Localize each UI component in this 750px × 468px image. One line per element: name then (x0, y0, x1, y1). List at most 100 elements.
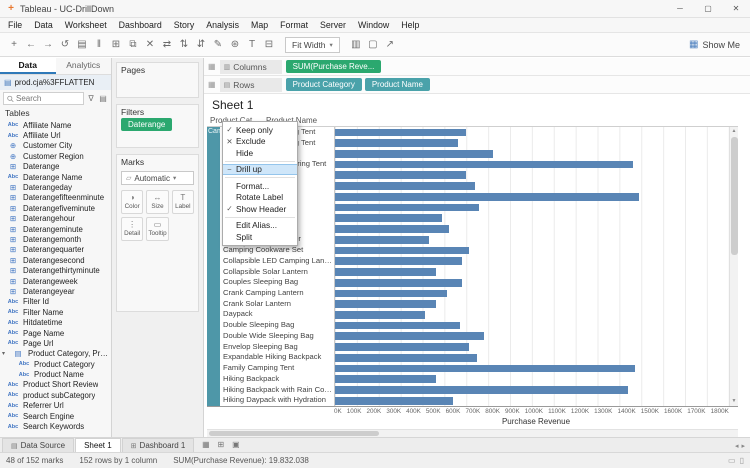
row-label-couples-sleeping-bag[interactable]: Couples Sleeping Bag (220, 277, 334, 288)
field-product-subcategory[interactable]: Abc product subCategory (0, 390, 111, 400)
bar-couples-sleeping-bag[interactable] (335, 278, 462, 287)
menu-window[interactable]: Window (352, 18, 395, 32)
row-label-crank-camping-lantern[interactable]: Crank Camping Lantern (220, 288, 334, 299)
field-daterangefiveminute[interactable]: ⊞ Daterangefiveminute (0, 203, 111, 213)
field-filter-id[interactable]: Abc Filter Id (0, 297, 111, 307)
field-daterangemonth[interactable]: ⊞ Daterangemonth (0, 234, 111, 244)
menu-dashboard[interactable]: Dashboard (113, 18, 168, 32)
replay-icon[interactable]: ↺ (57, 36, 73, 54)
close-button[interactable]: ✕ (722, 0, 750, 17)
field-product-category[interactable]: Abc Product Category (0, 359, 111, 369)
show-me-button[interactable]: ▦ Show Me (685, 39, 744, 50)
bar-collapsible-led-camping-lantern[interactable] (335, 257, 462, 266)
scrollbar-thumb[interactable] (730, 137, 738, 255)
row-label-hiking-backpack-with-rain-cover[interactable]: Hiking Backpack with Rain Cover (220, 385, 334, 396)
field-affiliate-url[interactable]: Abc Affiliate Url (0, 130, 111, 140)
field-filter-name[interactable]: Abc Filter Name (0, 307, 111, 317)
view-options-icon[interactable]: ▤ (98, 94, 108, 103)
sort-descending-icon[interactable]: ⇵ (193, 36, 209, 54)
tab-data-source[interactable]: ▤ Data Source (2, 438, 75, 452)
field-search-keywords[interactable]: Abc Search Keywords (0, 421, 111, 431)
horizontal-scrollbar[interactable] (207, 429, 738, 437)
bar-2-person-backpacking-tent[interactable] (335, 139, 458, 147)
pill-sum-purchase-reve[interactable]: SUM(Purchase Reve... (285, 60, 382, 73)
bar-hiking-daypack-with-hydration[interactable] (335, 396, 454, 405)
menu-item-split[interactable]: Split (223, 231, 297, 243)
row-label-camping-cookware-set[interactable]: Camping Cookware Set (220, 245, 334, 256)
menu-analysis[interactable]: Analysis (200, 18, 245, 32)
field-daterangehour[interactable]: ⊞ Daterangehour (0, 214, 111, 224)
field-page-name[interactable]: Abc Page Name (0, 328, 111, 338)
menu-map[interactable]: Map (245, 18, 274, 32)
menu-format[interactable]: Format (274, 18, 314, 32)
bar-camp-stove[interactable] (335, 214, 443, 223)
row-label-expandable-hiking-backpack[interactable]: Expandable Hiking Backpack (220, 352, 334, 363)
bar-1-person-backpacking-tent[interactable] (335, 128, 467, 137)
vertical-scrollbar[interactable]: ▲ ▼ (729, 127, 738, 406)
bar-camp-cooking-grate[interactable] (335, 203, 480, 212)
maximize-button[interactable]: ▢ (694, 0, 722, 17)
bar-double-sleeping-bag[interactable] (335, 321, 460, 330)
group-members-icon[interactable]: ⊛ (227, 36, 243, 54)
category-header-cell[interactable]: Camping (207, 127, 220, 406)
field-daterangeyear[interactable]: ⊞ Daterangeyear (0, 286, 111, 296)
search-box[interactable] (3, 92, 84, 105)
filters-card[interactable]: Filters Daterange (116, 104, 199, 148)
marks-label-button[interactable]: T Label (171, 190, 194, 214)
field-affiliate-name[interactable]: Abc Affiliate Name (0, 120, 111, 130)
tab-data[interactable]: Data (0, 58, 56, 74)
bar-family-tent[interactable] (335, 192, 640, 201)
marks-tooltip-button[interactable]: ▭ Tooltip (146, 217, 169, 241)
menu-item-keep-only[interactable]: ✓ Keep only (223, 124, 297, 136)
field-customer-city[interactable]: ⊕ Customer City (0, 141, 111, 151)
row-label-envelop-sleeping-bag[interactable]: Envelop Sleeping Bag (220, 342, 334, 353)
field-daterangesecond[interactable]: ⊞ Daterangesecond (0, 255, 111, 265)
bar-cabin-tent[interactable] (335, 171, 467, 180)
new-story-button[interactable]: ▣ (228, 438, 243, 452)
tableau-logo-icon[interactable]: + (6, 36, 22, 54)
show-tabs-icon[interactable]: ▭ (728, 456, 736, 465)
highlight-icon[interactable]: ✎ (210, 36, 226, 54)
field-hitdatetime[interactable]: Abc Hitdatetime (0, 317, 111, 327)
field-daterangefifteenminute[interactable]: ⊞ Daterangefifteenminute (0, 193, 111, 203)
tab-scroll-left-icon[interactable]: ◂ (735, 442, 739, 450)
pill-product-name[interactable]: Product Name (364, 78, 430, 91)
search-input[interactable] (16, 94, 80, 103)
row-label-crank-solar-lantern[interactable]: Crank Solar Lantern (220, 299, 334, 310)
fit-select[interactable]: Fit Width ▾ (285, 36, 340, 53)
expand-caret-icon[interactable]: ▾ (2, 350, 8, 357)
field-daterangeday[interactable]: ⊞ Daterangeday (0, 182, 111, 192)
bar-base-camp-tent[interactable] (335, 149, 493, 158)
field-referrer-url[interactable]: Abc Referrer Url (0, 401, 111, 411)
share-icon[interactable]: ↗ (382, 36, 398, 54)
minimize-button[interactable]: ─ (666, 0, 694, 17)
filter-fields-icon[interactable]: ∇ (86, 94, 96, 103)
row-label-daypack[interactable]: Daypack (220, 309, 334, 320)
menu-item-show-header[interactable]: ✓ Show Header (223, 203, 297, 215)
field-daterangethirtyminute[interactable]: ⊞ Daterangethirtyminute (0, 265, 111, 275)
field-customer-region[interactable]: ⊕ Customer Region (0, 151, 111, 161)
row-label-double-wide-sleeping-bag[interactable]: Double Wide Sleeping Bag (220, 331, 334, 342)
show-filmstrip-icon[interactable]: ▯ (740, 456, 744, 465)
row-label-collapsible-solar-lantern[interactable]: Collapsible Solar Lantern (220, 267, 334, 278)
bar-hiking-backpack[interactable] (335, 375, 436, 384)
row-label-family-camping-tent[interactable]: Family Camping Tent (220, 363, 334, 374)
scroll-up-icon[interactable]: ▲ (732, 127, 737, 136)
row-label-double-sleeping-bag[interactable]: Double Sleeping Bag (220, 320, 334, 331)
menu-story[interactable]: Story (168, 18, 201, 32)
marks-color-button[interactable]: ◑ Color (121, 190, 144, 214)
pill-product-category[interactable]: Product Category (285, 78, 362, 91)
show-hide-cards-icon[interactable]: ▥ (348, 36, 364, 54)
bar-daypack[interactable] (335, 310, 425, 319)
menu-item-hide[interactable]: Hide (223, 147, 297, 159)
menu-item-drill-up[interactable]: − Drill up (223, 163, 297, 175)
new-dashboard-button[interactable]: ⊞ (213, 438, 228, 452)
field-product-short-review[interactable]: Abc Product Short Review (0, 380, 111, 390)
fix-axes-icon[interactable]: ⊟ (261, 36, 277, 54)
datasource-item[interactable]: ▤ prod.cja%3FFLATTEN (0, 75, 111, 90)
tab-analytics[interactable]: Analytics (56, 58, 112, 74)
field-daterangeminute[interactable]: ⊞ Daterangeminute (0, 224, 111, 234)
tab-dashboard-1[interactable]: ⊞ Dashboard 1 (121, 438, 195, 452)
presentation-mode-icon[interactable]: ▢ (365, 36, 381, 54)
bar-crank-camping-lantern[interactable] (335, 289, 447, 298)
